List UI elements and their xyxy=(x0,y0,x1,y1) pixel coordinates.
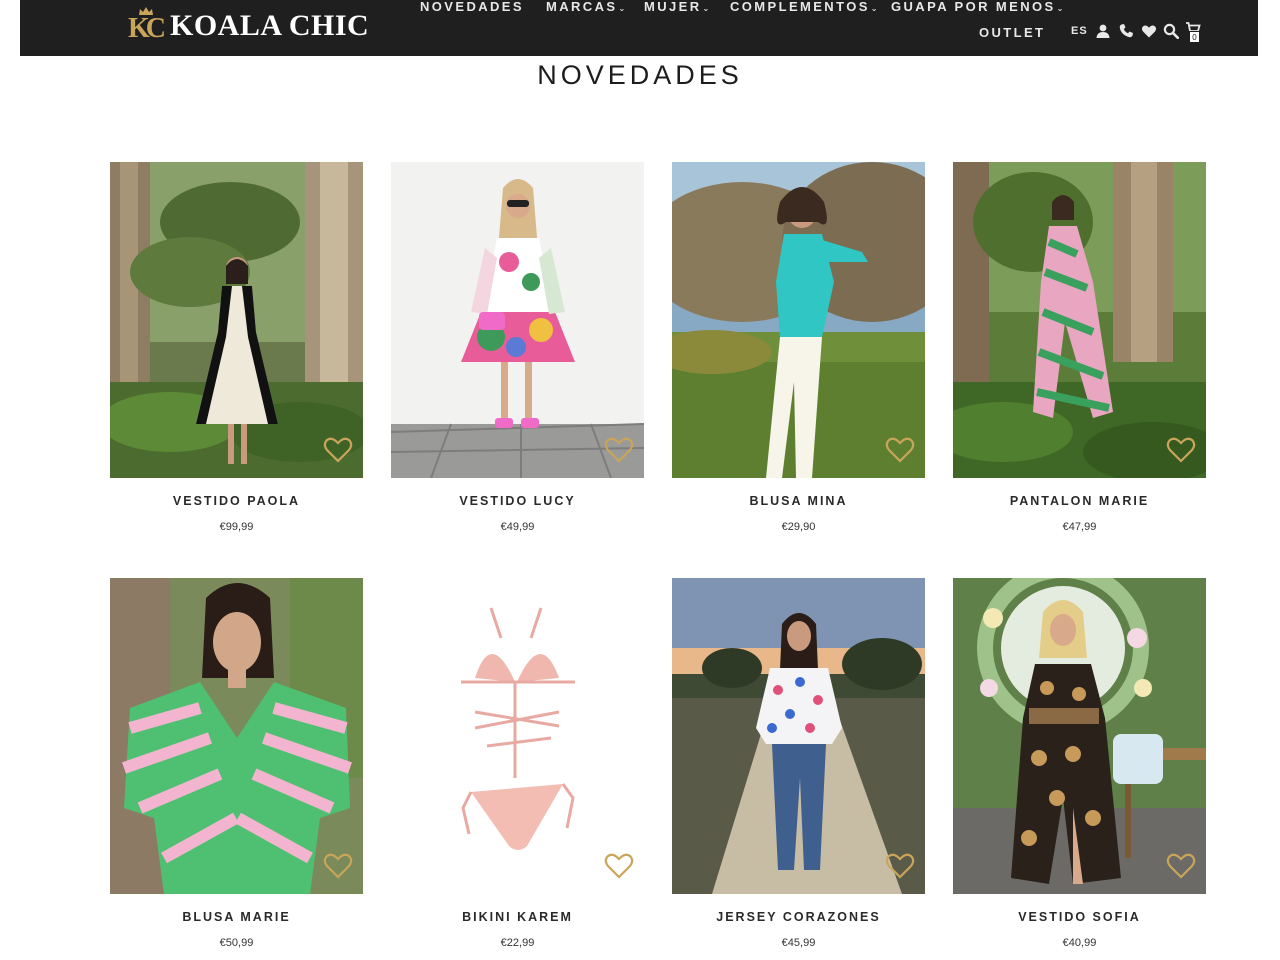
product-image[interactable] xyxy=(672,162,925,478)
nav-item-outlet[interactable]: OUTLET xyxy=(979,25,1045,40)
product-card[interactable]: PANTALON MARIE €47,99 xyxy=(953,162,1206,533)
chevron-down-icon: ⌄ xyxy=(1056,4,1064,13)
language-selector[interactable]: ES xyxy=(1071,25,1088,37)
user-icon[interactable] xyxy=(1095,23,1111,39)
nav-item-novedades[interactable]: NOVEDADES xyxy=(420,0,524,14)
brand-logo[interactable]: KC KOALA CHIC xyxy=(128,6,369,46)
nav-item-complementos[interactable]: COMPLEMENTOS⌄ xyxy=(730,0,878,14)
nav-item-label: NOVEDADES xyxy=(420,0,524,14)
product-image[interactable] xyxy=(110,162,363,478)
nav-item-mujer[interactable]: MUJER⌄ xyxy=(644,0,709,14)
product-photo xyxy=(391,578,644,894)
product-price: €50,99 xyxy=(219,937,254,949)
product-name[interactable]: BLUSA MARIE xyxy=(110,910,363,924)
product-card[interactable]: VESTIDO PAOLA €99,99 xyxy=(110,162,363,533)
nav-item-label: OUTLET xyxy=(979,25,1046,40)
product-name[interactable]: PANTALON MARIE xyxy=(953,494,1206,508)
product-photo xyxy=(672,578,925,894)
chevron-down-icon: ⌄ xyxy=(702,4,710,13)
nav-item-label: COMPLEMENTOS xyxy=(730,0,870,14)
product-card[interactable]: BLUSA MARIE €50,99 xyxy=(110,578,363,949)
product-image[interactable] xyxy=(672,578,925,894)
product-photo xyxy=(391,162,644,478)
product-name[interactable]: VESTIDO LUCY xyxy=(391,494,644,508)
top-navigation-bar: KC KOALA CHIC NOVEDADES MARCAS⌄ MUJER⌄ C… xyxy=(20,0,1258,56)
product-price: €99,99 xyxy=(219,521,254,533)
nav-item-marcas[interactable]: MARCAS⌄ xyxy=(546,0,625,14)
product-price: €40,99 xyxy=(1062,937,1097,949)
product-price: €22,99 xyxy=(500,937,535,949)
product-photo xyxy=(953,162,1206,478)
product-price: €47,99 xyxy=(1062,521,1097,533)
nav-item-label: MUJER xyxy=(644,0,702,14)
favorite-heart-icon[interactable] xyxy=(323,852,353,880)
chevron-down-icon: ⌄ xyxy=(618,4,626,13)
brand-monogram: KC xyxy=(128,7,166,44)
product-image[interactable] xyxy=(391,578,644,894)
product-name[interactable]: JERSEY CORAZONES xyxy=(672,910,925,924)
favorite-heart-icon[interactable] xyxy=(323,436,353,464)
heart-icon[interactable] xyxy=(1141,23,1157,39)
product-photo xyxy=(953,578,1206,894)
favorite-heart-icon[interactable] xyxy=(885,436,915,464)
favorite-heart-icon[interactable] xyxy=(604,852,634,880)
product-name[interactable]: BIKINI KAREM xyxy=(391,910,644,924)
product-image[interactable] xyxy=(110,578,363,894)
product-card[interactable]: VESTIDO LUCY €49,99 xyxy=(391,162,644,533)
nav-item-label: MARCAS xyxy=(546,0,618,14)
product-price: €49,99 xyxy=(500,521,535,533)
product-card[interactable]: BLUSA MINA €29,90 xyxy=(672,162,925,533)
brand-monogram-text: KC xyxy=(128,13,166,44)
favorite-heart-icon[interactable] xyxy=(1166,436,1196,464)
brand-name: KOALA CHIC xyxy=(170,9,370,42)
nav-item-guapa-por-menos[interactable]: GUAPA POR MENOS⌄ xyxy=(891,0,1063,14)
product-card[interactable]: VESTIDO SOFIA €40,99 xyxy=(953,578,1206,949)
product-image[interactable] xyxy=(953,162,1206,478)
product-price: €45,99 xyxy=(781,937,816,949)
product-name[interactable]: BLUSA MINA xyxy=(672,494,925,508)
favorite-heart-icon[interactable] xyxy=(604,436,634,464)
product-image[interactable] xyxy=(391,162,644,478)
product-name[interactable]: VESTIDO SOFIA xyxy=(953,910,1206,924)
product-image[interactable] xyxy=(953,578,1206,894)
product-photo xyxy=(672,162,925,478)
cart-count-badge: 0 xyxy=(1189,31,1200,43)
product-name[interactable]: VESTIDO PAOLA xyxy=(110,494,363,508)
nav-item-label: GUAPA POR MENOS xyxy=(891,0,1056,14)
search-icon[interactable] xyxy=(1163,23,1179,39)
phone-icon[interactable] xyxy=(1118,23,1134,39)
favorite-heart-icon[interactable] xyxy=(885,852,915,880)
product-card[interactable]: JERSEY CORAZONES €45,99 xyxy=(672,578,925,949)
product-price: €29,90 xyxy=(781,521,816,533)
page-title: NOVEDADES xyxy=(537,60,743,90)
product-card[interactable]: BIKINI KAREM €22,99 xyxy=(391,578,644,949)
product-photo xyxy=(110,162,363,478)
chevron-down-icon: ⌄ xyxy=(870,4,878,13)
favorite-heart-icon[interactable] xyxy=(1166,852,1196,880)
product-photo xyxy=(110,578,363,894)
